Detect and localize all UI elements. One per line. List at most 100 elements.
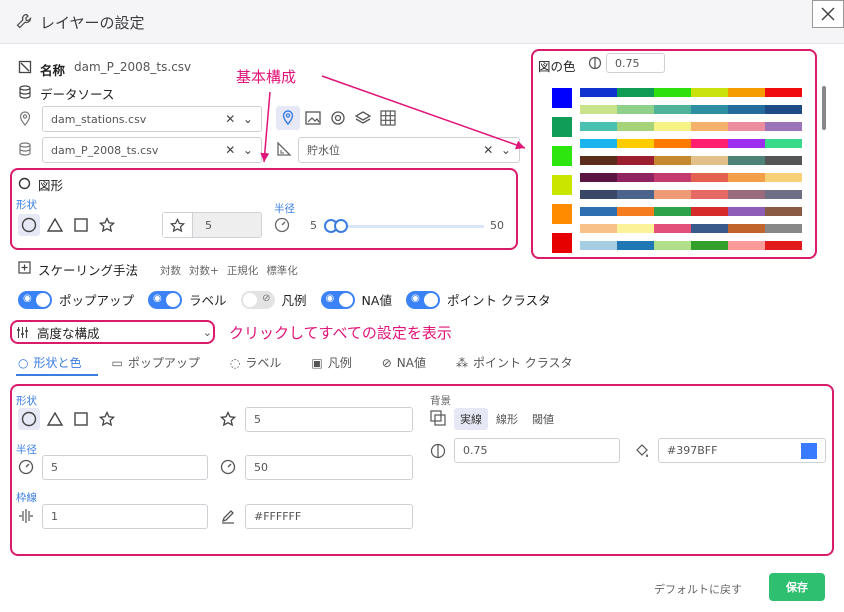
color-swatch[interactable] [552, 233, 572, 253]
ban-icon: ⊘ [381, 355, 392, 370]
palette-color [654, 224, 691, 233]
detail-opacity-input[interactable]: 0.75 [454, 438, 620, 463]
bg-mode-solid[interactable]: 実線 [454, 408, 488, 430]
detail-radius-max-input[interactable]: 50 [245, 455, 413, 480]
datasource-select-3[interactable]: 貯水位 ✕ ⌄ [298, 137, 520, 163]
scrollbar-thumb[interactable] [822, 86, 826, 130]
color-palette-row[interactable] [580, 207, 802, 216]
detail-size-input[interactable]: 5 [245, 407, 413, 432]
na-toggle[interactable]: ◉ [320, 290, 355, 309]
grid-layer-button[interactable] [378, 108, 398, 128]
popup-toggle[interactable]: ◉ [18, 290, 52, 309]
color-opacity-input[interactable]: 0.75 [606, 53, 665, 73]
clear-chevron-icon[interactable]: ✕ ⌄ [483, 143, 511, 157]
point-layer-button[interactable] [276, 106, 300, 130]
bg-mode-linear[interactable]: 線形 [490, 408, 524, 430]
color-swatch[interactable] [552, 175, 572, 195]
opacity-icon [588, 56, 602, 70]
shape-triangle-button[interactable] [44, 214, 66, 236]
detail-fill-color-input[interactable]: #397BFF [658, 438, 826, 463]
palette-color [617, 207, 654, 216]
paint-bucket-icon [636, 444, 648, 457]
radius-slider-handle-max[interactable] [334, 219, 348, 233]
palette-color [580, 207, 617, 216]
color-swatch[interactable] [552, 204, 572, 224]
scaling-option[interactable]: 標準化 [266, 263, 298, 278]
wrench-icon [16, 13, 32, 29]
palette-color [617, 241, 654, 250]
shape-triangle-button[interactable] [44, 408, 66, 430]
palette-color [765, 190, 802, 199]
shape-star-button[interactable] [96, 214, 118, 236]
tab-label[interactable]: ◌ ラベル [230, 354, 282, 371]
datasource-select-2[interactable]: dam_P_2008_ts.csv ✕ ⌄ [42, 137, 262, 163]
color-swatch[interactable] [552, 146, 572, 166]
palette-color [728, 88, 765, 97]
shape-circle-button[interactable] [18, 408, 40, 430]
detail-stroke-width-value: 1 [51, 510, 58, 523]
color-swatch[interactable] [552, 117, 572, 137]
reset-button[interactable]: デフォルトに戻す [654, 581, 742, 597]
color-palette-row[interactable] [580, 224, 802, 233]
detail-radius-label: 半径 [16, 444, 37, 456]
close-button[interactable] [812, 0, 844, 28]
detail-stroke-label: 枠線 [16, 492, 37, 504]
detail-radius-min-input[interactable]: 5 [42, 455, 208, 480]
palette-color [580, 241, 617, 250]
database-icon [19, 85, 31, 99]
save-button[interactable]: 保存 [769, 573, 825, 601]
radius-layer-button[interactable] [328, 108, 348, 128]
datasource-label: データソース [40, 87, 115, 102]
layers-button[interactable] [353, 108, 373, 128]
datasource-select-1[interactable]: dam_stations.csv ✕ ⌄ [42, 106, 262, 132]
legend-toggle[interactable]: ⊘ [240, 290, 275, 309]
radius-slider-track[interactable] [324, 225, 484, 228]
palette-color [654, 139, 691, 148]
shape-star-button[interactable] [96, 408, 118, 430]
clear-chevron-icon[interactable]: ✕ ⌄ [225, 143, 253, 157]
scaling-option[interactable]: 正規化 [227, 263, 259, 278]
bg-mode-threshold[interactable]: 閾値 [526, 408, 560, 430]
color-palette-row[interactable] [580, 173, 802, 182]
color-palette-row[interactable] [580, 139, 802, 148]
advanced-toggle[interactable]: 高度な構成 ⌄ [16, 323, 212, 341]
tab-popup[interactable]: ▭ ポップアップ [112, 354, 200, 371]
tab-cluster[interactable]: ⁂ ポイント クラスタ [456, 354, 573, 371]
color-palette-row[interactable] [580, 190, 802, 199]
scaling-option[interactable]: 対数+ [189, 263, 219, 278]
detail-stroke-width-input[interactable]: 1 [42, 504, 208, 529]
color-swatches [552, 88, 572, 262]
shape-square-button[interactable] [70, 408, 92, 430]
datasource-select-2-value: dam_P_2008_ts.csv [51, 143, 159, 157]
color-swatch[interactable] [552, 88, 572, 108]
chevron-down-icon: ⌄ [202, 325, 212, 339]
detail-stroke-color-value: #FFFFFF [254, 510, 302, 523]
tab-shape-color[interactable]: ○ 形状と色 [18, 354, 82, 371]
shape-title: 図形 [38, 178, 64, 193]
color-palette-row[interactable] [580, 105, 802, 114]
clear-chevron-icon[interactable]: ✕ ⌄ [225, 112, 253, 126]
color-palette-row[interactable] [580, 241, 802, 250]
tab-legend[interactable]: ▣ 凡例 [311, 354, 351, 371]
shape-size-input[interactable]: 5 [162, 212, 262, 238]
palette-color [654, 156, 691, 165]
color-palette-row[interactable] [580, 122, 802, 131]
star-icon [220, 411, 236, 427]
database-icon [19, 142, 31, 156]
color-palette-row[interactable] [580, 88, 802, 97]
cluster-toggle[interactable]: ◉ [405, 290, 440, 309]
scaling-label: スケーリング手法 [38, 263, 139, 278]
palette-color [691, 88, 728, 97]
color-palette-row[interactable] [580, 156, 802, 165]
fill-color-swatch[interactable] [801, 442, 817, 459]
tab-na[interactable]: ⊘ NA値 [382, 354, 426, 371]
tab-label-text: ラベル [245, 356, 282, 370]
shape-circle-button[interactable] [18, 214, 40, 236]
shape-square-button[interactable] [70, 214, 92, 236]
detail-stroke-color-input[interactable]: #FFFFFF [245, 504, 413, 529]
image-layer-button[interactable] [303, 108, 323, 128]
scaling-option[interactable]: 対数 [160, 263, 181, 278]
label-toggle[interactable]: ◉ [148, 290, 183, 309]
palette-color [691, 224, 728, 233]
cluster-icon: ⁂ [455, 355, 468, 370]
